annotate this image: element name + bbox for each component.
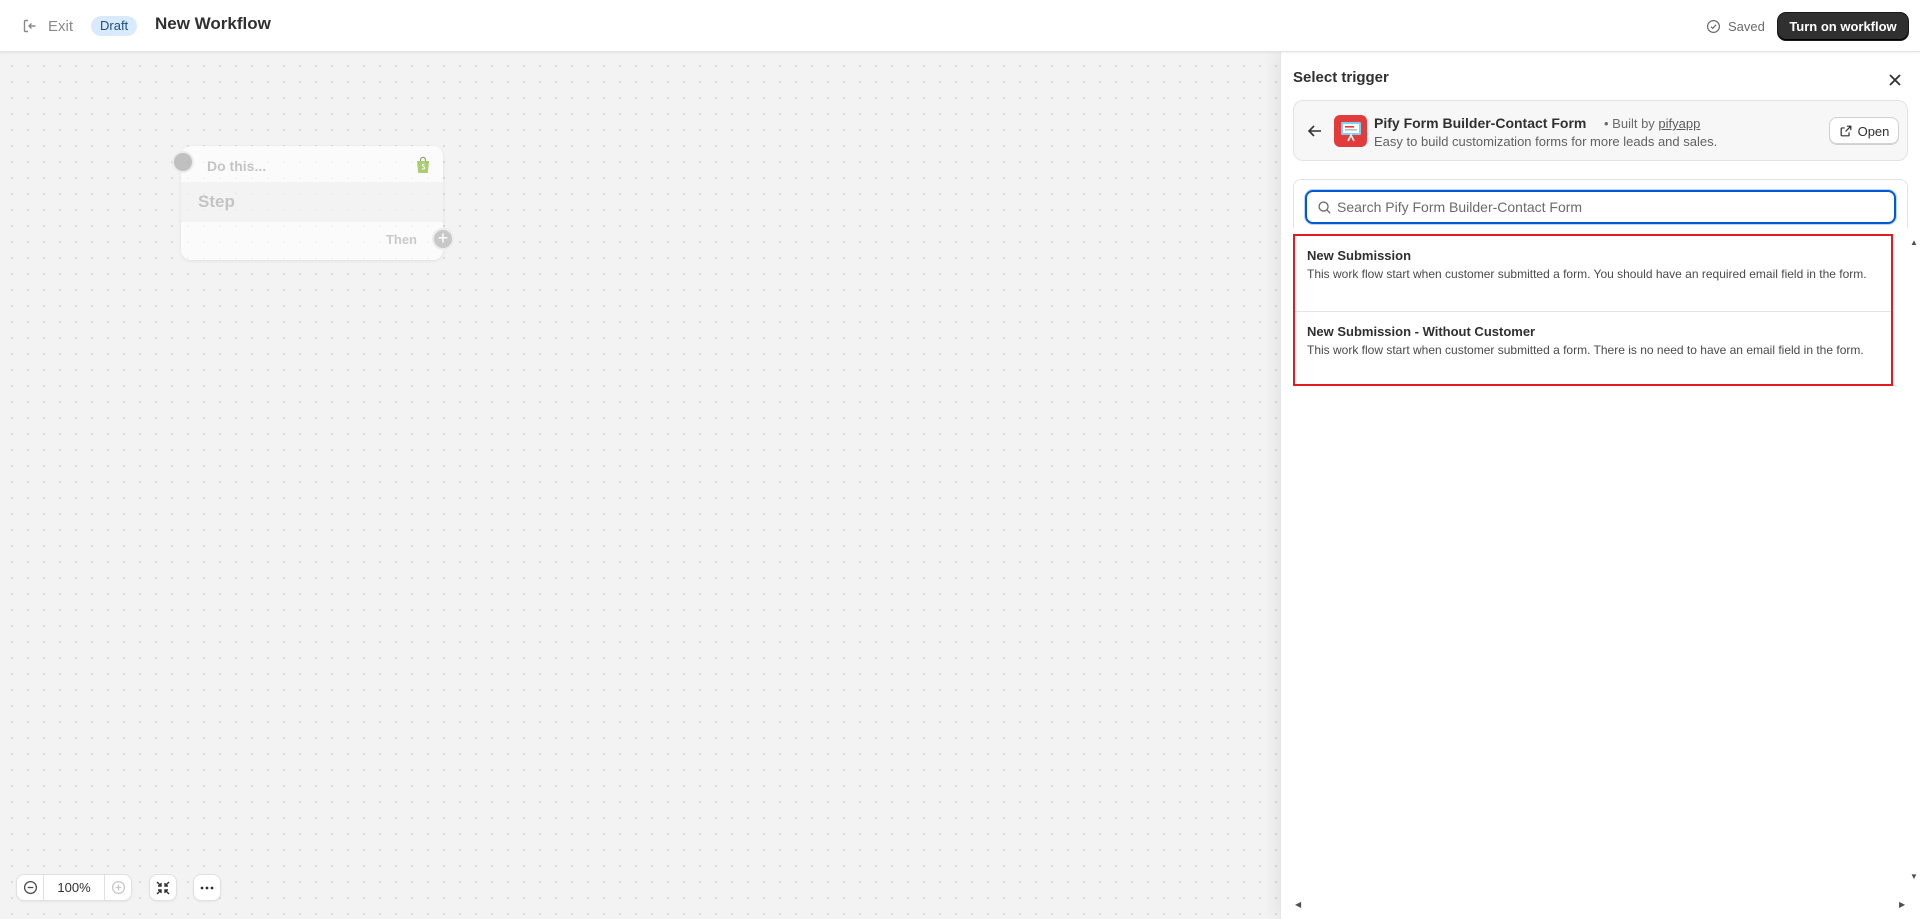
minus-circle-icon	[23, 880, 37, 895]
saved-indicator: Saved	[1706, 16, 1765, 36]
status-badge: Draft	[91, 16, 138, 36]
search-input[interactable]	[1337, 192, 1887, 222]
zoom-level: 100%	[43, 875, 105, 900]
workflow-canvas[interactable]: Do this... Step Then + 100%	[0, 52, 1280, 919]
app-name: Pify Form Builder-Contact Form	[1374, 115, 1587, 131]
ellipsis-icon	[200, 886, 214, 889]
trigger-item-new-submission[interactable]: New Submission This work flow start when…	[1295, 236, 1891, 312]
form-builder-logo-icon	[1340, 122, 1361, 142]
arrow-left-icon[interactable]	[1306, 122, 1324, 140]
check-circle-icon	[1706, 19, 1721, 33]
step-card[interactable]: Do this... Step Then	[172, 146, 443, 260]
app-description: Easy to build customization forms for mo…	[1374, 134, 1718, 149]
trigger-search-box[interactable]	[1305, 190, 1896, 224]
close-icon[interactable]	[1887, 72, 1903, 88]
open-app-button[interactable]: Open	[1829, 117, 1899, 145]
step-connector-dot	[172, 151, 194, 173]
add-step-button[interactable]: +	[432, 228, 454, 250]
panel-title: Select trigger	[1293, 69, 1389, 86]
step-then-label: Then	[385, 232, 417, 247]
more-options-button[interactable]	[193, 874, 221, 901]
app-card: Pify Form Builder-Contact Form • Built b…	[1293, 100, 1908, 161]
scroll-left-icon[interactable]: ◀	[1295, 900, 1301, 909]
exit-icon	[23, 19, 36, 33]
search-icon	[1318, 201, 1331, 214]
scroll-down-icon[interactable]: ▼	[1910, 872, 1918, 881]
app-built-by: • Built by pifyapp	[1604, 116, 1700, 131]
app-logo	[1334, 115, 1367, 147]
external-link-icon	[1840, 125, 1852, 137]
fit-view-button[interactable]	[149, 874, 177, 901]
trigger-list: New Submission This work flow start when…	[1293, 234, 1893, 386]
vertical-scrollbar[interactable]: ▲ ▼	[1908, 238, 1920, 886]
collapse-icon	[156, 881, 170, 894]
zoom-controls: 100%	[16, 874, 132, 901]
open-label: Open	[1857, 123, 1890, 139]
trigger-description: This work flow start when customer submi…	[1307, 343, 1864, 357]
exit-button[interactable]: Exit	[22, 14, 73, 38]
zoom-out-button[interactable]	[17, 875, 43, 900]
scroll-right-icon[interactable]: ▶	[1899, 900, 1905, 909]
step-title: Step	[181, 182, 443, 222]
zoom-in-button[interactable]	[105, 875, 131, 900]
plus-icon: +	[437, 228, 449, 248]
trigger-name: New Submission - Without Customer	[1307, 324, 1536, 339]
turn-on-workflow-button[interactable]: Turn on workflow	[1778, 13, 1908, 40]
step-header: Do this...	[207, 158, 267, 174]
select-trigger-panel: Select trigger Pify Form Builder-Contact…	[1280, 52, 1920, 919]
shopify-bag-icon	[417, 156, 429, 173]
exit-label: Exit	[48, 17, 74, 35]
top-bar: Exit Draft New Workflow Saved Turn on wo…	[0, 0, 1920, 52]
trigger-item-new-submission-without-customer[interactable]: New Submission - Without Customer This w…	[1295, 312, 1891, 384]
trigger-description: This work flow start when customer submi…	[1307, 267, 1867, 281]
plus-circle-icon	[111, 880, 125, 895]
scroll-up-icon[interactable]: ▲	[1910, 238, 1918, 247]
trigger-name: New Submission	[1307, 248, 1412, 263]
saved-label: Saved	[1728, 18, 1765, 34]
workflow-title[interactable]: New Workflow	[155, 14, 271, 34]
developer-link[interactable]: pifyapp	[1658, 116, 1700, 131]
horizontal-scrollbar[interactable]: ◀ ▶	[1293, 897, 1920, 913]
built-by-prefix: • Built by	[1604, 116, 1655, 131]
